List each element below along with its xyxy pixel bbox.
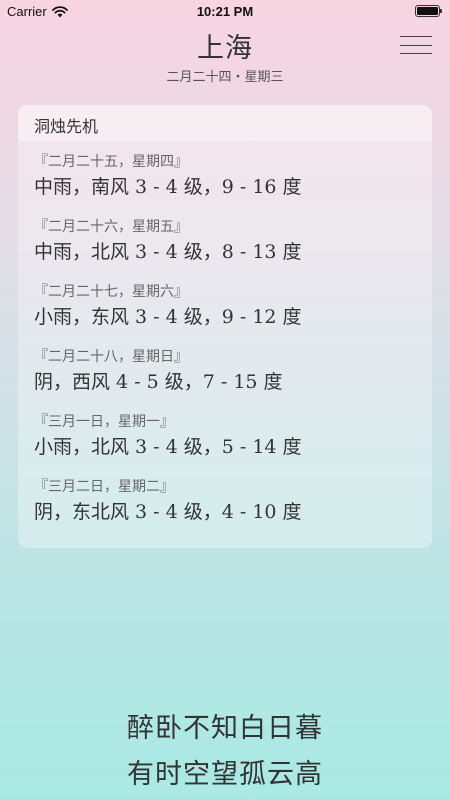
forecast-date: 『三月一日，星期一』 (34, 414, 174, 430)
forecast-date: 『三月二日，星期二』 (34, 479, 174, 495)
forecast-list: 『二月二十五，星期四』 中雨，南风 3 - 4 级，9 - 16 度 『二月二十… (18, 141, 432, 541)
forecast-day: 『三月二日，星期二』 阴，东北风 3 - 4 级，4 - 10 度 (18, 476, 432, 541)
forecast-day: 『二月二十五，星期四』 中雨，南风 3 - 4 级，9 - 16 度 (18, 151, 432, 216)
forecast-date: 『二月二十五，星期四』 (34, 154, 188, 170)
forecast-day: 『二月二十八，星期日』 阴，西风 4 - 5 级，7 - 15 度 (18, 346, 432, 411)
forecast-weather: 中雨，南风 3 - 4 级，9 - 16 度 (34, 176, 302, 198)
forecast-day: 『二月二十七，星期六』 小雨，东风 3 - 4 级，9 - 12 度 (18, 281, 432, 346)
forecast-card: 洞烛先机 『二月二十五，星期四』 中雨，南风 3 - 4 级，9 - 16 度 … (18, 105, 432, 548)
battery-icon (415, 5, 442, 17)
forecast-weather: 阴，西风 4 - 5 级，7 - 15 度 (34, 371, 283, 393)
forecast-weather: 中雨，北风 3 - 4 级，8 - 13 度 (34, 241, 302, 263)
forecast-day: 『三月一日，星期一』 小雨，北风 3 - 4 级，5 - 14 度 (18, 411, 432, 476)
city-title: 上海 (197, 33, 253, 64)
status-bar: Carrier 10:21 PM (0, 0, 450, 24)
poem-line-2: 有时空望孤云高 (127, 759, 323, 790)
poem-line-1: 醉卧不知白日暮 (127, 713, 323, 744)
forecast-card-title: 洞烛先机 (18, 105, 432, 141)
forecast-weather: 小雨，北风 3 - 4 级，5 - 14 度 (34, 436, 302, 458)
hamburger-menu-icon[interactable] (400, 36, 432, 54)
forecast-day: 『二月二十六，星期五』 中雨，北风 3 - 4 级，8 - 13 度 (18, 216, 432, 281)
status-time: 10:21 PM (196, 4, 254, 19)
forecast-weather: 阴，东北风 3 - 4 级，4 - 10 度 (34, 501, 302, 523)
date-subtitle: 二月二十四・星期三 (166, 70, 284, 85)
forecast-date: 『二月二十七，星期六』 (34, 284, 188, 300)
forecast-weather: 小雨，东风 3 - 4 级，9 - 12 度 (34, 306, 302, 328)
forecast-date: 『二月二十六，星期五』 (34, 219, 188, 235)
forecast-date: 『二月二十八，星期日』 (34, 349, 188, 365)
